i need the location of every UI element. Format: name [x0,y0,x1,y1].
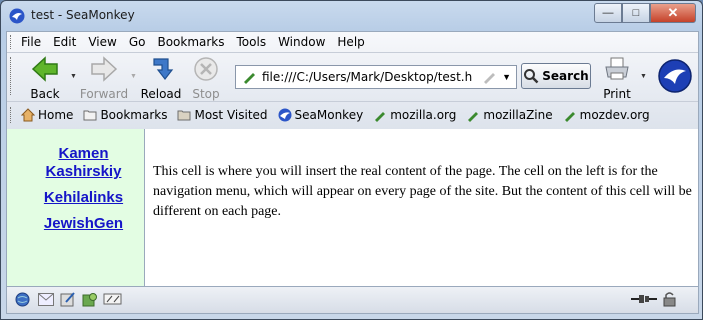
search-icon [524,69,539,84]
url-dropdown-icon[interactable]: ▼ [502,72,511,82]
pb-mozillazine[interactable]: mozillaZine [466,108,553,122]
close-button[interactable]: ✕ [650,3,696,23]
menu-tools[interactable]: Tools [237,35,267,49]
url-bar[interactable]: ▼ [235,65,517,89]
pb-most-visited[interactable]: Most Visited [177,108,268,122]
nav-link-kehilalinks[interactable]: Kehilalinks [35,189,132,207]
pb-mozdev-org[interactable]: mozdev.org [563,108,650,122]
menu-bar: File Edit View Go Bookmarks Tools Window… [7,32,698,52]
pb-seamonkey[interactable]: SeaMonkey [278,108,364,122]
stop-label: Stop [192,87,220,101]
stop-icon [194,57,218,81]
browser-window: test - SeaMonkey — □ ✕ File Edit View Go… [0,0,703,320]
forward-button[interactable]: Forward [79,56,129,101]
forward-dropdown-icon[interactable]: ▼ [130,73,137,80]
browser-chrome: File Edit View Go Bookmarks Tools Window… [6,31,699,130]
pb-mozillazine-label: mozillaZine [483,108,553,122]
globe-icon[interactable] [15,292,30,307]
bookmark-icon [564,112,575,122]
nav-link-jewishgen[interactable]: JewishGen [35,215,132,233]
seamonkey-app-icon [9,8,25,24]
mail-icon[interactable] [38,293,54,306]
security-lock-icon[interactable] [663,291,676,307]
pb-bookmarks[interactable]: Bookmarks [83,108,167,122]
folder-icon [83,110,97,121]
seamonkey-icon [278,108,292,122]
menu-file[interactable]: File [21,35,41,49]
print-icon [605,57,629,80]
menu-window[interactable]: Window [278,35,325,49]
chatzilla-icon[interactable] [103,292,123,306]
menu-bookmarks[interactable]: Bookmarks [157,35,224,49]
seamonkey-logo-icon[interactable] [658,59,692,93]
url-input[interactable] [260,69,474,85]
pb-most-visited-label: Most Visited [194,108,268,122]
menubar-grip[interactable] [10,35,14,49]
bookmark-icon [468,112,479,122]
title-bar: test - SeaMonkey — □ ✕ [1,1,702,31]
print-dropdown-icon[interactable]: ▼ [640,73,647,80]
main-content-text: This cell is where you will insert the r… [153,164,692,219]
pb-mozilla-org[interactable]: mozilla.org [373,108,456,122]
minimize-button[interactable]: — [594,3,622,23]
maximize-button[interactable]: □ [622,3,650,23]
pb-bookmarks-label: Bookmarks [100,108,168,122]
toolbar-grip[interactable] [10,57,14,95]
back-label: Back [30,87,60,101]
stop-button[interactable]: Stop [189,56,223,101]
nav-cell: Kamen Kashirskiy Kehilalinks JewishGen [7,129,145,286]
folder-icon [177,110,191,121]
search-label: Search [542,69,589,83]
address-book-icon[interactable] [82,292,98,307]
personal-toolbar: Home Bookmarks Most Visited SeaMonkey mo… [7,101,698,128]
navigation-toolbar: Back ▼ Forward ▼ Reload Stop file:///C:/… [7,52,698,101]
bookmark-page-icon[interactable] [482,70,496,84]
pb-mozilla-org-label: mozilla.org [390,108,457,122]
back-dropdown-icon[interactable]: ▼ [70,73,77,80]
menu-view[interactable]: View [88,35,116,49]
nav-link-kamen-kashirskiy[interactable]: Kamen Kashirskiy [35,145,132,181]
search-button[interactable]: Search [521,63,591,89]
window-controls: — □ ✕ [594,3,696,23]
reload-button[interactable]: Reload [139,56,183,101]
menu-help[interactable]: Help [337,35,364,49]
forward-label: Forward [79,87,129,101]
print-button[interactable]: Print [597,56,637,101]
back-arrow-icon [31,56,58,82]
composer-icon[interactable] [60,292,76,307]
back-button[interactable]: Back [23,56,67,101]
pb-mozdev-org-label: mozdev.org [579,108,650,122]
menu-edit[interactable]: Edit [53,35,76,49]
pb-seamonkey-label: SeaMonkey [294,108,364,122]
page-icon [244,73,255,84]
reload-icon [153,58,174,80]
page-content: Kamen Kashirskiy Kehilalinks JewishGen T… [6,129,699,286]
pb-home[interactable]: Home [21,108,73,122]
status-bar [6,286,699,314]
menu-go[interactable]: Go [129,35,146,49]
pb-home-label: Home [38,108,74,122]
reload-label: Reload [140,87,182,101]
online-status-icon[interactable] [630,293,658,305]
personalbar-grip[interactable] [10,107,14,123]
home-icon [21,108,35,122]
window-title: test - SeaMonkey [31,8,135,22]
print-label: Print [603,87,631,101]
bookmark-icon [375,112,386,122]
forward-arrow-icon [91,56,118,82]
